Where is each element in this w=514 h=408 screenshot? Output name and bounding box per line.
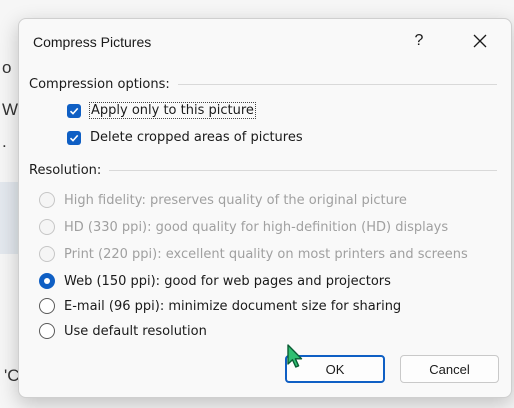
checkbox-checked[interactable] [67, 130, 81, 145]
radio-button [39, 246, 55, 262]
compression-options-heading: Compression options: [29, 77, 170, 92]
radio-high-fidelity: High fidelity: preserves quality of the … [39, 192, 407, 208]
radio-email-96[interactable]: E-mail (96 ppi): minimize document size … [39, 298, 401, 314]
radio-default-resolution[interactable]: Use default resolution [39, 323, 207, 339]
check-icon [69, 134, 79, 142]
mouse-cursor-icon [287, 344, 303, 368]
close-button[interactable] [465, 27, 495, 55]
radio-web-150[interactable]: Web (150 ppi): good for web pages and pr… [39, 273, 391, 289]
checkbox-checked[interactable] [67, 103, 81, 118]
radio-dot [44, 278, 50, 284]
resolution-heading: Resolution: [29, 163, 102, 178]
radio-button[interactable] [39, 298, 55, 314]
group-divider [177, 84, 497, 85]
radio-button-selected[interactable] [39, 273, 55, 289]
dialog-title: Compress Pictures [33, 34, 152, 50]
background-text-fragment: . [2, 132, 7, 151]
radio-label: E-mail (96 ppi): minimize document size … [64, 298, 402, 314]
radio-button [39, 219, 55, 235]
background-shape [0, 182, 20, 254]
compress-pictures-dialog: Compress Pictures ? Compression options:… [18, 18, 512, 398]
delete-cropped-checkbox[interactable]: Delete cropped areas of pictures [67, 130, 303, 145]
radio-label: Print (220 ppi): excellent quality on mo… [64, 246, 468, 262]
radio-label: Web (150 ppi): good for web pages and pr… [64, 273, 391, 289]
radio-label: Use default resolution [64, 323, 207, 339]
radio-button[interactable] [39, 323, 55, 339]
background-text-fragment: W [2, 100, 19, 119]
checkbox-label: Apply only to this picture [89, 102, 256, 119]
group-divider [109, 170, 497, 171]
close-icon [473, 34, 487, 48]
radio-label: High fidelity: preserves quality of the … [64, 192, 407, 208]
radio-hd-330: HD (330 ppi): good quality for high-defi… [39, 219, 448, 235]
radio-button [39, 192, 55, 208]
check-icon [69, 107, 79, 115]
help-button[interactable]: ? [405, 27, 433, 55]
compression-options-group: Compression options: [29, 77, 497, 92]
radio-label: HD (330 ppi): good quality for high-defi… [64, 219, 449, 235]
checkbox-label: Delete cropped areas of pictures [90, 130, 303, 145]
cancel-button[interactable]: Cancel [400, 355, 499, 383]
apply-only-checkbox[interactable]: Apply only to this picture [67, 102, 256, 119]
radio-print-220: Print (220 ppi): excellent quality on mo… [39, 246, 468, 262]
resolution-group: Resolution: [29, 163, 497, 178]
background-text-fragment: o [2, 58, 12, 77]
